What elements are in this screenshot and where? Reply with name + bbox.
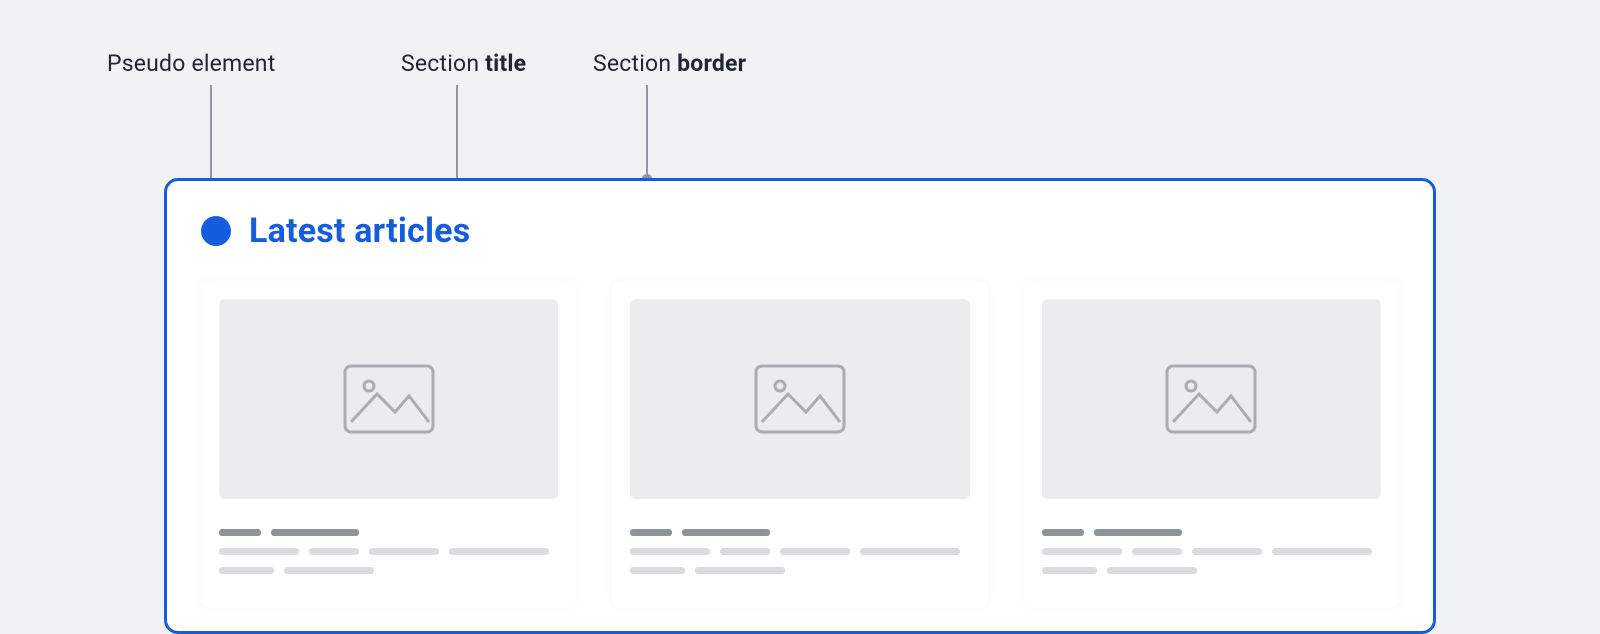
image-placeholder-icon bbox=[1165, 364, 1257, 434]
article-thumbnail-placeholder bbox=[630, 299, 969, 499]
annotation-section-title: Section title bbox=[401, 50, 526, 77]
article-skeleton-text bbox=[630, 529, 969, 574]
image-placeholder-icon bbox=[754, 364, 846, 434]
article-card[interactable] bbox=[612, 281, 987, 608]
annotation-section-border-bold: border bbox=[677, 50, 746, 77]
section-container: Latest articles bbox=[164, 178, 1436, 634]
article-card-list bbox=[201, 281, 1399, 608]
leader-section-border bbox=[646, 85, 648, 180]
article-card[interactable] bbox=[201, 281, 576, 608]
article-card[interactable] bbox=[1024, 281, 1399, 608]
article-skeleton-text bbox=[219, 529, 558, 574]
article-thumbnail-placeholder bbox=[219, 299, 558, 499]
annotation-pseudo-element: Pseudo element bbox=[107, 50, 275, 77]
article-skeleton-text bbox=[1042, 529, 1381, 574]
image-placeholder-icon bbox=[343, 364, 435, 434]
section-title: Latest articles bbox=[249, 211, 470, 251]
pseudo-element-dot bbox=[201, 216, 231, 246]
annotation-section-border: Section border bbox=[593, 50, 746, 77]
annotation-section-title-prefix: Section bbox=[401, 50, 485, 77]
article-thumbnail-placeholder bbox=[1042, 299, 1381, 499]
annotation-section-title-bold: title bbox=[485, 50, 526, 77]
section-title-row: Latest articles bbox=[201, 211, 1399, 251]
annotation-section-border-prefix: Section bbox=[593, 50, 677, 77]
